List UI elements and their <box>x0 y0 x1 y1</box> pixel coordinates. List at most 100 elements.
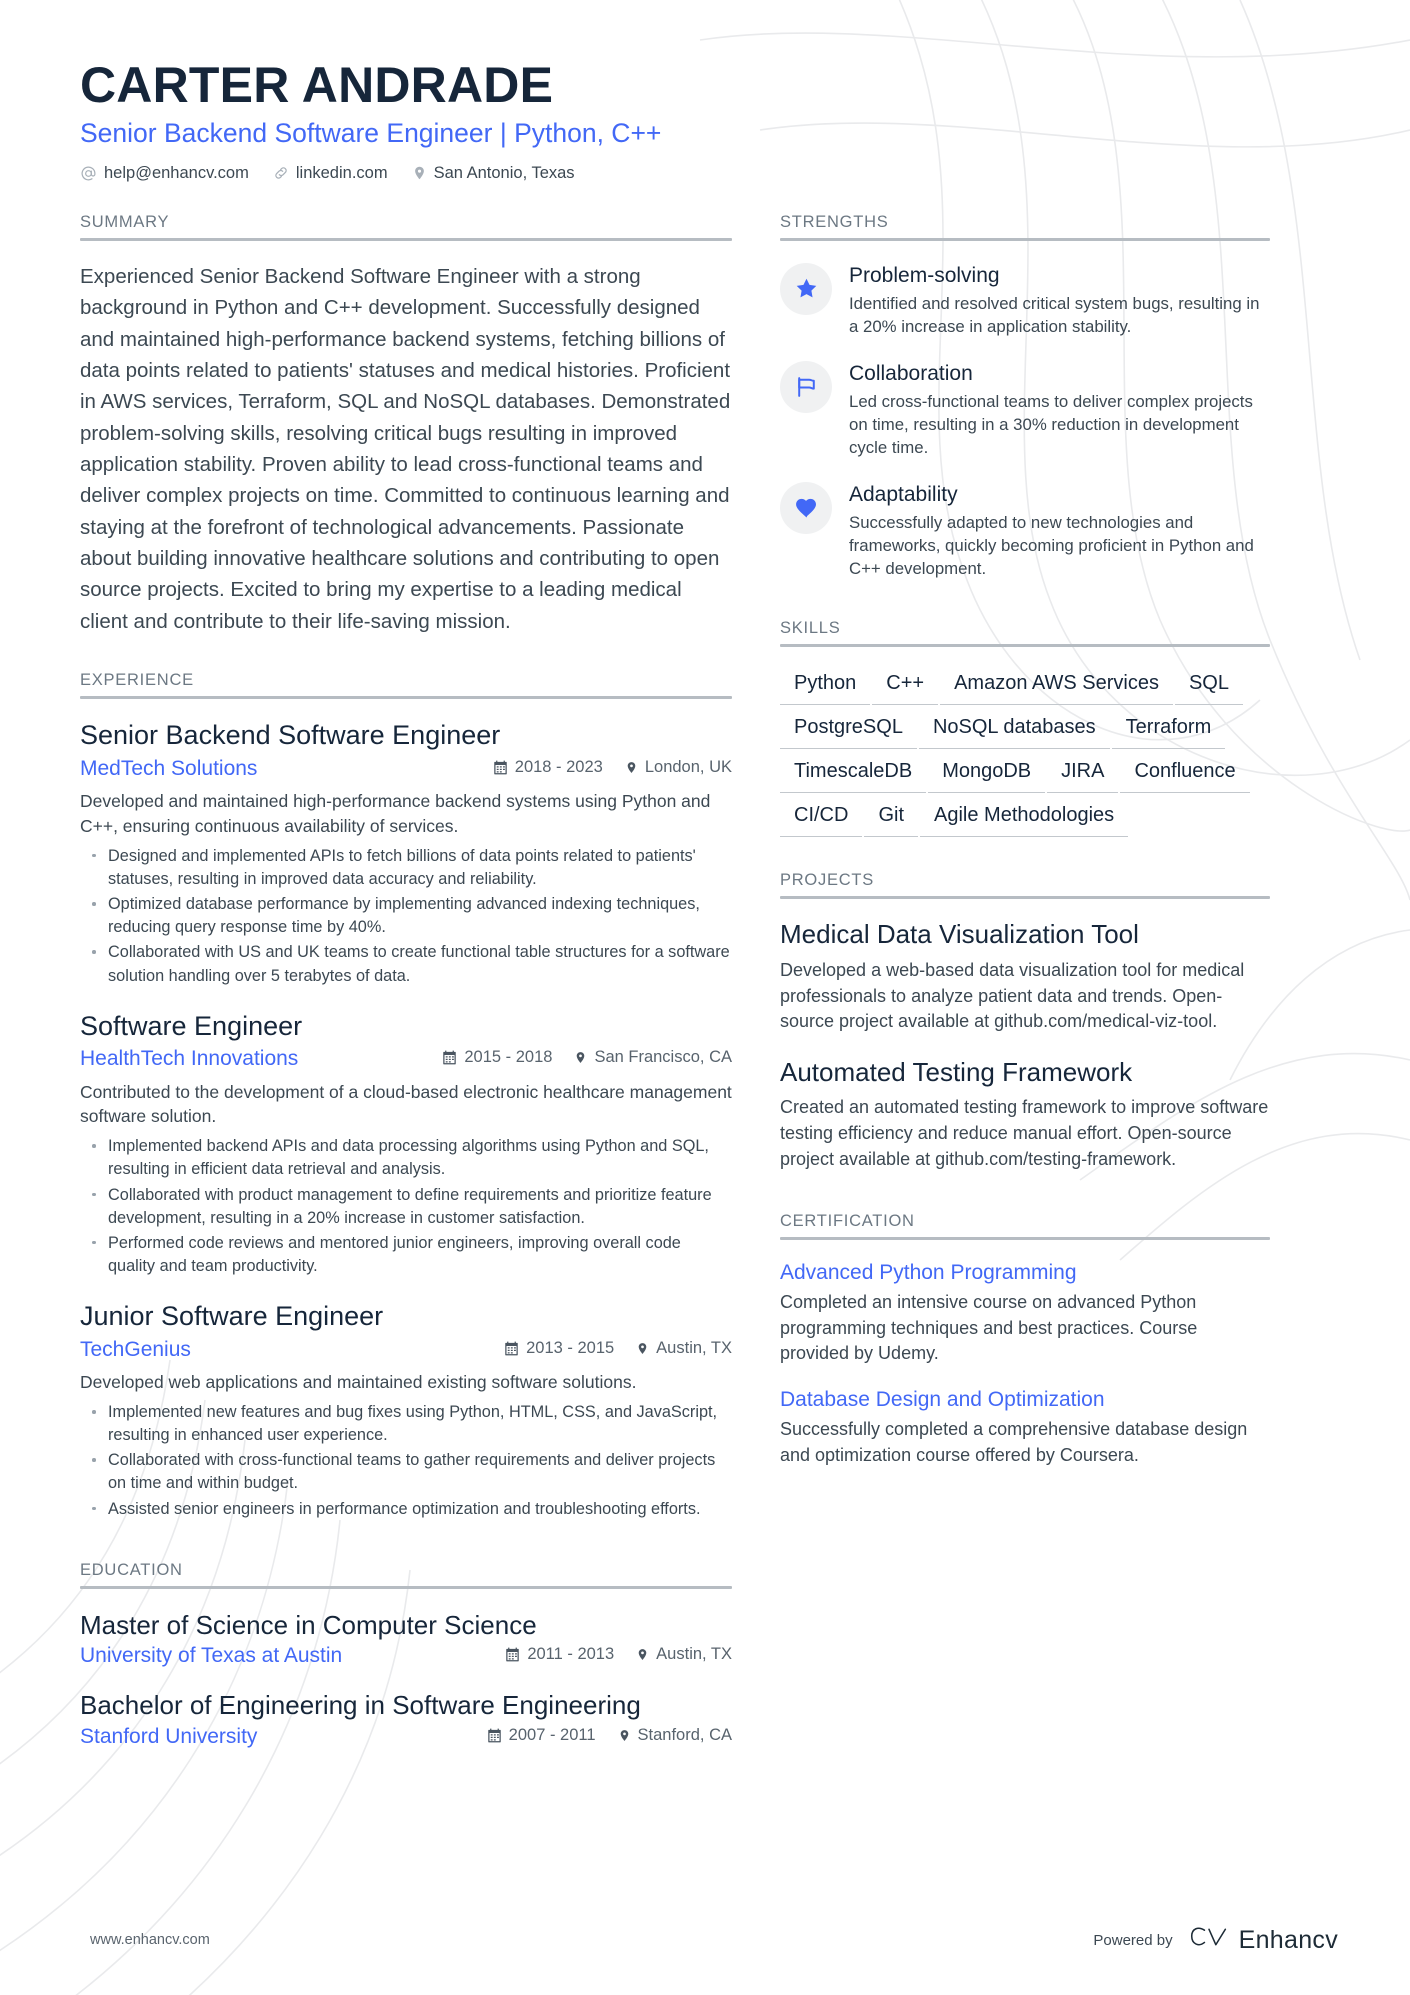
section-divider <box>80 237 732 241</box>
school-name[interactable]: University of Texas at Austin <box>80 1643 505 1669</box>
projects-section-title: PROJECTS <box>780 871 875 890</box>
job-bullet: Collaborated with product management to … <box>86 1184 732 1230</box>
resume-content: CARTER ANDRADE Senior Backend Software E… <box>0 0 1410 1770</box>
strength-description: Successfully adapted to new technologies… <box>849 513 1254 579</box>
education-location-text: Stanford, CA <box>637 1725 732 1744</box>
contact-linkedin[interactable]: linkedin.com <box>273 164 388 183</box>
education-dates-text: 2011 - 2013 <box>527 1645 615 1664</box>
experience-section: EXPERIENCE Senior Backend Software Engin… <box>80 671 732 1521</box>
job-bullet: Implemented backend APIs and data proces… <box>86 1135 732 1181</box>
project-description: Developed a web-based data visualization… <box>780 960 1245 1032</box>
job-title: Junior Software Engineer <box>80 1301 384 1332</box>
job-dates-text: 2015 - 2018 <box>464 1048 553 1067</box>
job-dates-text: 2013 - 2015 <box>526 1338 615 1357</box>
job-title: Senior Backend Software Engineer <box>80 720 501 751</box>
contact-email[interactable]: help@enhancv.com <box>80 164 249 183</box>
skill-chip: C++ <box>872 667 939 706</box>
skill-chip: Agile Methodologies <box>920 799 1129 838</box>
education-section-title: EDUCATION <box>80 1560 183 1579</box>
company-name[interactable]: HealthTech Innovations <box>80 1046 442 1072</box>
education-entry: Bachelor of Engineering in Software Engi… <box>80 1689 732 1750</box>
job-headline: Senior Backend Software Engineer | Pytho… <box>80 118 662 148</box>
strength-item: Problem-solving Identified and resolved … <box>780 261 1270 338</box>
experience-entry: Junior Software Engineer TechGenius 2013… <box>80 1300 732 1521</box>
certification-title[interactable]: Database Design and Optimization <box>780 1387 1270 1413</box>
location-pin-icon <box>625 760 638 775</box>
location-pin-icon <box>636 1647 649 1662</box>
enhancv-brand: Enhancv <box>1189 1924 1338 1957</box>
education-entry: Master of Science in Computer Science Un… <box>80 1609 732 1670</box>
section-divider <box>80 696 732 700</box>
job-bullet: Performed code reviews and mentored juni… <box>86 1232 732 1278</box>
certification-item: Advanced Python Programming Completed an… <box>780 1260 1270 1367</box>
project-description: Created an automated testing framework t… <box>780 1097 1269 1169</box>
skill-chip: JIRA <box>1047 755 1119 794</box>
strength-description: Led cross-functional teams to deliver co… <box>849 392 1253 458</box>
contact-location: San Antonio, Texas <box>412 164 575 183</box>
job-bullet: Assisted senior engineers in performance… <box>86 1498 732 1521</box>
section-divider <box>80 1585 732 1589</box>
job-dates: 2013 - 2015 <box>504 1339 614 1358</box>
strengths-section: STRENGTHS Problem-solving Identified and… <box>780 213 1270 581</box>
contact-linkedin-text: linkedin.com <box>295 163 388 182</box>
skills-section: SKILLS Python C++ Amazon AWS Services SQ… <box>780 619 1270 838</box>
location-pin-icon <box>412 165 427 181</box>
project-title: Automated Testing Framework <box>780 1056 1133 1087</box>
company-name[interactable]: TechGenius <box>80 1337 504 1363</box>
contact-row: help@enhancv.com linkedin.com San Antoni… <box>80 164 1338 183</box>
education-location: Austin, TX <box>636 1645 732 1664</box>
certification-section: CERTIFICATION Advanced Python Programmin… <box>780 1212 1270 1468</box>
job-location: London, UK <box>625 758 732 777</box>
job-location: Austin, TX <box>636 1339 732 1358</box>
skills-section-title: SKILLS <box>780 619 841 638</box>
location-pin-icon <box>636 1341 649 1356</box>
project-item: Automated Testing Framework Created an a… <box>780 1057 1270 1172</box>
left-column: SUMMARY Experienced Senior Backend Softw… <box>80 213 780 1770</box>
summary-text: Experienced Senior Backend Software Engi… <box>80 264 731 633</box>
company-name[interactable]: MedTech Solutions <box>80 756 493 782</box>
degree-title: Master of Science in Computer Science <box>80 1609 537 1640</box>
certification-description: Completed an intensive course on advance… <box>780 1292 1198 1364</box>
strength-description: Identified and resolved critical system … <box>849 293 1260 336</box>
columns: SUMMARY Experienced Senior Backend Softw… <box>80 213 1338 1770</box>
strength-name: Collaboration <box>849 361 973 385</box>
job-bullets: Implemented backend APIs and data proces… <box>86 1135 732 1278</box>
strength-name: Problem-solving <box>849 263 1000 287</box>
footer-website[interactable]: www.enhancv.com <box>90 1932 210 1948</box>
experience-entry: Software Engineer HealthTech Innovations… <box>80 1010 732 1279</box>
job-description: Developed and maintained high-performanc… <box>80 791 711 836</box>
summary-section-title: SUMMARY <box>80 212 170 231</box>
footer-branding: Powered by Enhancv <box>1093 1924 1338 1957</box>
calendar-icon <box>504 1341 519 1356</box>
skill-chip: Amazon AWS Services <box>940 667 1173 706</box>
contact-email-text: help@enhancv.com <box>104 163 249 182</box>
certification-section-title: CERTIFICATION <box>780 1212 915 1231</box>
page-footer: www.enhancv.com Powered by Enhancv <box>0 1885 1410 1995</box>
job-description: Developed web applications and maintaine… <box>80 1372 637 1393</box>
skill-chip: TimescaleDB <box>780 755 927 794</box>
education-dates: 2007 - 2011 <box>487 1726 596 1745</box>
education-meta: University of Texas at Austin 2011 - 201… <box>80 1643 732 1669</box>
school-name[interactable]: Stanford University <box>80 1724 487 1750</box>
job-location-text: London, UK <box>644 757 732 776</box>
skill-chip: Python <box>780 667 871 706</box>
skill-chip: Terraform <box>1111 711 1226 750</box>
resume-header: CARTER ANDRADE Senior Backend Software E… <box>80 58 1338 183</box>
enhancv-brand-text: Enhancv <box>1238 1925 1338 1954</box>
page-title: CARTER ANDRADE <box>80 57 554 113</box>
resume-page: CARTER ANDRADE Senior Backend Software E… <box>0 0 1410 1995</box>
skill-chip: Git <box>864 799 919 838</box>
job-dates: 2018 - 2023 <box>493 758 603 777</box>
calendar-icon <box>487 1728 502 1743</box>
strength-name: Adaptability <box>849 483 958 507</box>
calendar-icon <box>505 1647 520 1662</box>
skills-list: Python C++ Amazon AWS Services SQL Postg… <box>780 667 1270 838</box>
job-dates: 2015 - 2018 <box>442 1048 552 1067</box>
certification-title[interactable]: Advanced Python Programming <box>780 1260 1270 1286</box>
certification-item: Database Design and Optimization Success… <box>780 1387 1270 1468</box>
flag-icon <box>780 360 832 413</box>
project-item: Medical Data Visualization Tool Develope… <box>780 919 1270 1034</box>
section-divider <box>780 1237 1270 1241</box>
experience-entry: Senior Backend Software Engineer MedTech… <box>80 719 732 988</box>
education-meta: Stanford University 2007 - 2011 Stanford… <box>80 1724 732 1750</box>
